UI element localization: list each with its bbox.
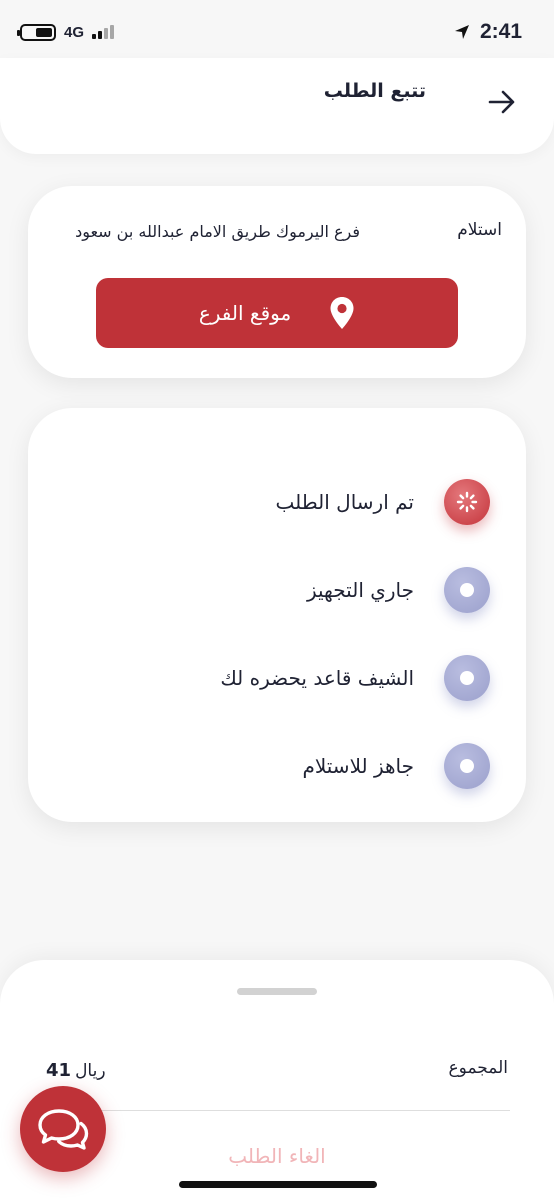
- status-steps: تم ارسال الطلب جاري التجهيز الشيف قاعد ي…: [64, 458, 490, 810]
- step-indicator-active: [444, 479, 490, 525]
- home-indicator: [179, 1181, 377, 1188]
- step-label: جاري التجهيز: [306, 578, 414, 602]
- total-label: المجموع: [448, 1058, 508, 1078]
- location-arrow-icon: [454, 25, 469, 39]
- status-step: الشيف قاعد يحضره لك: [64, 634, 490, 722]
- branch-location-button[interactable]: موقع الفرع: [96, 278, 458, 348]
- battery-icon: [17, 23, 56, 41]
- chat-button[interactable]: [20, 1086, 106, 1172]
- status-step: جاهز للاستلام: [64, 722, 490, 810]
- network-type: 4G: [64, 23, 85, 41]
- header: تتبع الطلب: [0, 58, 554, 154]
- total-value: ريال 41: [46, 1060, 106, 1081]
- location-button-label: موقع الفرع: [198, 301, 292, 325]
- divider: [44, 1110, 510, 1111]
- spinner-icon: [456, 491, 478, 513]
- pickup-card: استلام فرع اليرموك طريق الامام عبدالله ب…: [28, 186, 526, 378]
- page-title: تتبع الطلب: [323, 80, 426, 102]
- branch-name: فرع اليرموك طريق الامام عبدالله بن سعود: [75, 222, 360, 241]
- step-label: الشيف قاعد يحضره لك: [220, 666, 414, 690]
- status-step: جاري التجهيز: [64, 546, 490, 634]
- step-indicator-pending: [444, 567, 490, 613]
- total-amount: 41: [46, 1060, 72, 1081]
- drag-handle[interactable]: [237, 988, 317, 995]
- clock: 2:41: [479, 20, 522, 43]
- step-label: جاهز للاستلام: [302, 754, 414, 778]
- order-status-card: تم ارسال الطلب جاري التجهيز الشيف قاعد ي…: [28, 408, 526, 822]
- currency-label: ريال: [75, 1061, 106, 1081]
- step-indicator-pending: [444, 743, 490, 789]
- status-bar: 4G 2:41: [0, 0, 554, 64]
- chat-bubbles-icon: [38, 1109, 89, 1150]
- pickup-type-label: استلام: [457, 220, 502, 240]
- step-label: تم ارسال الطلب: [275, 490, 414, 514]
- status-right: 2:41: [454, 20, 522, 44]
- step-indicator-pending: [444, 655, 490, 701]
- arrow-right-icon[interactable]: [486, 86, 518, 118]
- status-left: 4G: [17, 23, 115, 41]
- signal-icon: [92, 25, 115, 39]
- status-step: تم ارسال الطلب: [64, 458, 490, 546]
- map-pin-icon: [330, 297, 354, 329]
